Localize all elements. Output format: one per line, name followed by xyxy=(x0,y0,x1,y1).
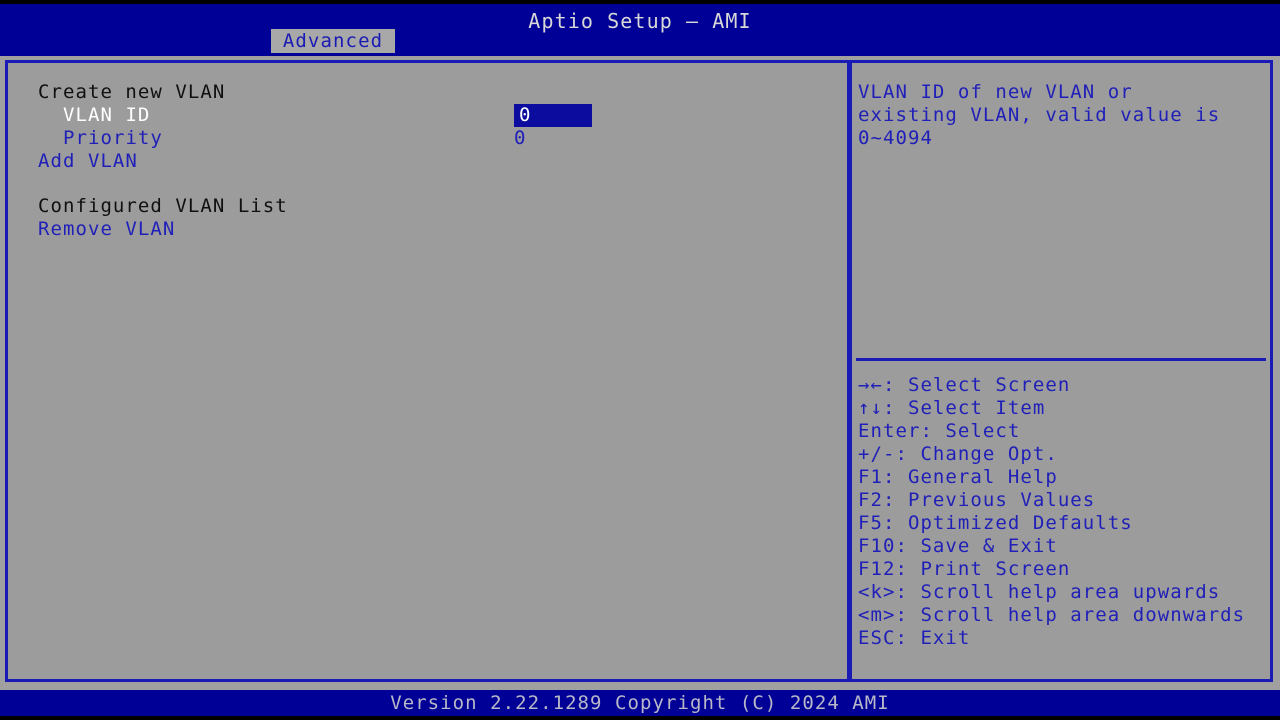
configured-vlan-list-heading: Configured VLAN List xyxy=(38,195,288,218)
body-area: Create new VLANVLAN ID 0 Priority 0 Add VLAN… xyxy=(0,56,1280,690)
option-row: Create new VLAN xyxy=(8,81,847,104)
legend-scroll-help-down: <m>: Scroll help area downwards xyxy=(858,604,1270,627)
help-description: VLAN ID of new VLAN or existing VLAN, va… xyxy=(858,81,1266,150)
option-row: Configured VLAN List xyxy=(8,195,847,218)
options-panel: Create new VLANVLAN ID 0 Priority 0 Add VLAN… xyxy=(5,60,850,682)
option-list: Create new VLANVLAN ID 0 Priority 0 Add VLAN… xyxy=(8,63,847,679)
key-legend: →←: Select Screen↑↓: Select ItemEnter: S… xyxy=(858,374,1270,650)
option-row[interactable]: Remove VLAN xyxy=(8,218,847,241)
option-row[interactable]: Add VLAN xyxy=(8,150,847,173)
legend-scroll-help-up: <k>: Scroll help area upwards xyxy=(858,581,1270,604)
help-divider xyxy=(856,358,1266,361)
legend-change-opt: +/-: Change Opt. xyxy=(858,443,1270,466)
create-new-vlan-heading: Create new VLAN xyxy=(38,81,225,104)
tab-advanced[interactable]: Advanced xyxy=(271,29,395,53)
option-row[interactable]: Priority 0 xyxy=(8,127,847,150)
legend-f10-save-exit: F10: Save & Exit xyxy=(858,535,1270,558)
legend-select-screen: →←: Select Screen xyxy=(858,374,1270,397)
legend-f12-print-screen: F12: Print Screen xyxy=(858,558,1270,581)
add-vlan-action[interactable]: Add VLAN xyxy=(38,150,138,173)
legend-select-item: ↑↓: Select Item xyxy=(858,397,1270,420)
legend-f1-general-help: F1: General Help xyxy=(858,466,1270,489)
legend-f5-optimized-defaults: F5: Optimized Defaults xyxy=(858,512,1270,535)
vlan-id-field-value: 0 xyxy=(519,104,532,127)
bios-setup-screen: Aptio Setup – AMI Advanced Create new VL… xyxy=(0,0,1280,720)
legend-esc-exit: ESC: Exit xyxy=(858,627,1270,650)
remove-vlan-action[interactable]: Remove VLAN xyxy=(38,218,175,241)
legend-f2-previous-values: F2: Previous Values xyxy=(858,489,1270,512)
vlan-id-field-value-box[interactable]: 0 xyxy=(514,104,592,127)
vlan-id-field[interactable]: VLAN ID xyxy=(63,104,150,127)
status-bar: Version 2.22.1289 Copyright (C) 2024 AMI xyxy=(0,690,1280,716)
help-panel: VLAN ID of new VLAN or existing VLAN, va… xyxy=(849,60,1273,682)
legend-enter-select: Enter: Select xyxy=(858,420,1270,443)
version-text: Version 2.22.1289 Copyright (C) 2024 AMI xyxy=(0,692,1280,714)
priority-field-value[interactable]: 0 xyxy=(514,127,527,150)
menu-tab-strip: Advanced xyxy=(0,29,1280,56)
priority-field[interactable]: Priority xyxy=(63,127,163,150)
option-row[interactable]: VLAN ID 0 xyxy=(8,104,847,127)
